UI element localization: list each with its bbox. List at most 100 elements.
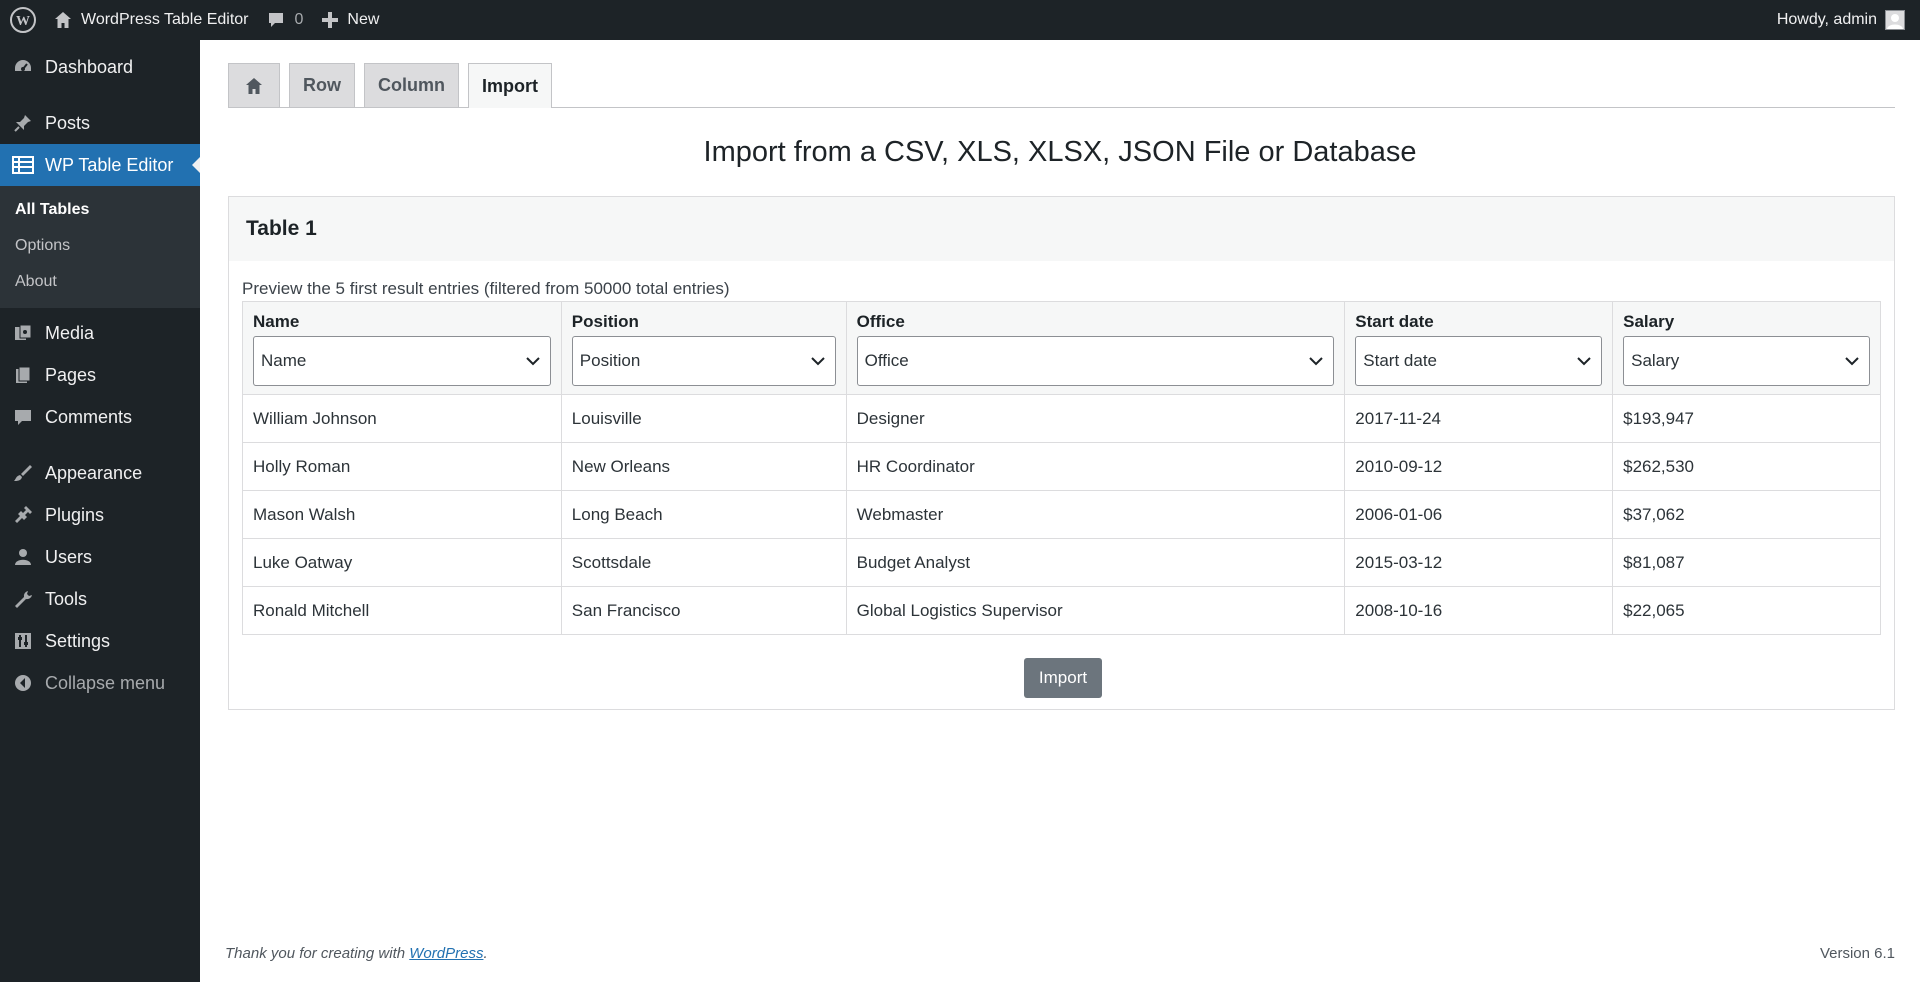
table-cell: 2006-01-06	[1344, 490, 1614, 539]
admin-sidebar: Dashboard Posts WP Table Editor All Tabl…	[0, 40, 200, 982]
table-cell: 2017-11-24	[1344, 394, 1614, 443]
chevron-down-icon	[526, 351, 540, 371]
table-cell: $22,065	[1612, 586, 1881, 635]
user-icon	[12, 546, 34, 568]
site-name: WordPress Table Editor	[81, 11, 249, 28]
submenu-about[interactable]: About	[0, 264, 200, 300]
new-content-link[interactable]: New	[312, 0, 388, 40]
table-cell: Holly Roman	[242, 442, 562, 491]
table-cell: Global Logistics Supervisor	[845, 586, 1346, 635]
menu-label: WP Table Editor	[45, 154, 174, 175]
table-cell: Louisville	[560, 394, 847, 443]
select-value: Name	[261, 351, 307, 370]
comments-count: 0	[294, 11, 304, 28]
table-row: Mason Walsh Long Beach Webmaster 2006-01…	[242, 490, 1881, 539]
column-header: Salary Salary	[1612, 301, 1881, 395]
comment-icon	[266, 10, 286, 30]
plug-icon	[12, 504, 34, 526]
table-row: Luke Oatway Scottsdale Budget Analyst 20…	[242, 538, 1881, 587]
column-header-label: Office	[856, 312, 905, 331]
home-icon	[244, 76, 264, 96]
import-button[interactable]: Import	[1024, 658, 1102, 698]
tab-row[interactable]: Row	[289, 63, 355, 107]
table-cell: 2015-03-12	[1344, 538, 1614, 587]
column-mapping-select[interactable]: Start date	[1355, 336, 1603, 386]
menu-label: Comments	[45, 406, 133, 427]
select-value: Salary	[1631, 351, 1680, 370]
menu-appearance[interactable]: Appearance	[0, 452, 200, 494]
pin-icon	[12, 112, 34, 134]
table-cell: William Johnson	[242, 394, 562, 443]
comments-link[interactable]: 0	[257, 0, 312, 40]
menu-label: Users	[45, 546, 93, 567]
table-cell: San Francisco	[560, 586, 847, 635]
menu-wp-table-editor[interactable]: WP Table Editor	[0, 144, 200, 186]
select-value: Office	[864, 351, 909, 370]
plus-icon	[321, 11, 339, 29]
table-row: Holly Roman New Orleans HR Coordinator 2…	[242, 442, 1881, 491]
wrench-icon	[12, 588, 34, 610]
table-cell: Budget Analyst	[845, 538, 1346, 587]
table-cell: Designer	[845, 394, 1346, 443]
chevron-down-icon	[1845, 351, 1859, 371]
site-name-link[interactable]: WordPress Table Editor	[44, 0, 257, 40]
menu-comments[interactable]: Comments	[0, 396, 200, 438]
table-cell: $193,947	[1612, 394, 1881, 443]
menu-users[interactable]: Users	[0, 536, 200, 578]
menu-label: Settings	[45, 630, 111, 651]
column-header: Office Office	[845, 301, 1346, 395]
tab-import[interactable]: Import	[468, 63, 552, 108]
chevron-down-icon	[810, 351, 825, 371]
wordpress-link[interactable]: WordPress	[409, 945, 483, 962]
submenu-options[interactable]: Options	[0, 228, 200, 264]
column-mapping-select[interactable]: Salary	[1623, 336, 1870, 386]
menu-collapse[interactable]: Collapse menu	[0, 662, 200, 704]
table-cell: 2008-10-16	[1344, 586, 1614, 635]
column-header-label: Salary	[1623, 312, 1675, 331]
footer-thanks-suffix: .	[483, 945, 488, 962]
tab-column[interactable]: Column	[364, 63, 459, 107]
dashboard-icon	[12, 56, 34, 78]
menu-label: Posts	[45, 112, 91, 133]
table-icon	[12, 154, 34, 176]
main-content: Row Column Import Import from a CSV, XLS…	[200, 40, 1920, 982]
preview-table: Name Name Position Position Office Offic…	[242, 301, 1881, 635]
menu-label: Media	[45, 322, 95, 343]
table-cell: Ronald Mitchell	[242, 586, 562, 635]
menu-label: Collapse menu	[45, 672, 166, 693]
menu-dashboard[interactable]: Dashboard	[0, 46, 200, 88]
menu-pages[interactable]: Pages	[0, 354, 200, 396]
table-editor-submenu: All Tables Options About	[0, 186, 200, 308]
column-mapping-select[interactable]: Position	[571, 336, 836, 386]
menu-media[interactable]: Media	[0, 312, 200, 354]
menu-plugins[interactable]: Plugins	[0, 494, 200, 536]
table-header-row: Name Name Position Position Office Offic…	[242, 301, 1881, 395]
pages-icon	[12, 364, 34, 386]
select-value: Start date	[1363, 351, 1437, 370]
tab-home[interactable]	[228, 63, 280, 107]
menu-label: Appearance	[45, 462, 143, 483]
wordpress-logo-icon[interactable]: W	[2, 0, 44, 40]
column-header-label: Name	[253, 312, 300, 331]
panel-title: Table 1	[229, 197, 1894, 261]
column-mapping-select[interactable]: Office	[856, 336, 1335, 386]
my-account[interactable]: Howdy, admin	[1777, 10, 1920, 30]
menu-posts[interactable]: Posts	[0, 102, 200, 144]
collapse-icon	[12, 672, 34, 694]
import-panel: Table 1 Preview the 5 first result entri…	[228, 196, 1895, 710]
menu-settings[interactable]: Settings	[0, 620, 200, 662]
footer-version: Version 6.1	[1819, 945, 1895, 962]
column-header: Name Name	[242, 301, 562, 395]
new-label: New	[347, 11, 380, 28]
menu-tools[interactable]: Tools	[0, 578, 200, 620]
column-mapping-select[interactable]: Name	[253, 336, 551, 386]
footer-thanks: Thank you for creating with WordPress.	[225, 945, 488, 962]
submenu-all-tables[interactable]: All Tables	[0, 192, 200, 228]
menu-label: Tools	[45, 588, 88, 609]
editor-tabs: Row Column Import	[228, 63, 1895, 108]
column-header-label: Start date	[1355, 312, 1434, 331]
chevron-down-icon	[1309, 351, 1323, 371]
chevron-down-icon	[1577, 351, 1591, 371]
table-cell: Luke Oatway	[242, 538, 562, 587]
admin-bar: W WordPress Table Editor 0 New Howdy, ad…	[0, 0, 1920, 40]
